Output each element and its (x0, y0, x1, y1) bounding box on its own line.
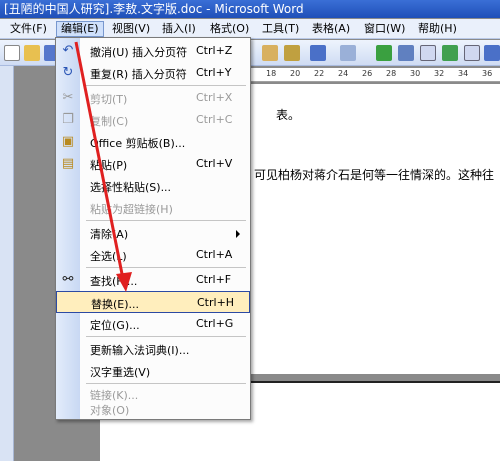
undo-icon: ↶ (62, 43, 74, 58)
menu-separator (86, 336, 246, 337)
menu-item-label: 更新输入法词典(I)... (90, 344, 190, 357)
menu-item-shortcut: Ctrl+C (196, 113, 233, 126)
paste-icon: ▤ (61, 156, 75, 171)
menu-item-label: 粘贴为超链接(H) (90, 203, 173, 216)
tables-borders-icon[interactable] (398, 45, 414, 61)
menu-item-label: 撤消(U) 插入分页符 (90, 46, 188, 59)
menu-item-label: 选择性粘贴(S)... (90, 181, 172, 194)
menu-item-shortcut: Ctrl+V (196, 157, 233, 170)
edit-menu-dropdown: ↶ 撤消(U) 插入分页符 Ctrl+Z ↻ 重复(R) 插入分页符 Ctrl+… (55, 37, 251, 420)
menu-item-find[interactable]: ⚯ 查找(F)... Ctrl+F (56, 269, 250, 291)
ruler-tick: 36 (482, 69, 493, 78)
hyperlink-icon[interactable] (376, 45, 392, 61)
format-painter-icon[interactable] (284, 45, 300, 61)
binoculars-icon: ⚯ (62, 272, 74, 287)
menu-item-label: Office 剪贴板(B)... (90, 137, 186, 150)
submenu-arrow-icon (236, 230, 240, 238)
document-text-line2: 可见柏杨对蒋介石是何等一往情深的。这种往 (254, 168, 495, 182)
menu-item-shortcut: Ctrl+Z (196, 44, 233, 57)
watermark-brand: Bai du 经验 (328, 403, 482, 433)
redo-toolbar-icon[interactable] (340, 45, 356, 61)
menu-insert[interactable]: 插入(I) (158, 21, 200, 37)
menu-item-paste[interactable]: ▤ 粘贴(P) Ctrl+V (56, 153, 250, 175)
ruler-tick: 20 (290, 69, 301, 78)
menu-item-office-clipboard[interactable]: ▣ Office 剪贴板(B)... (56, 131, 250, 153)
menu-separator (86, 267, 246, 268)
menu-item-shortcut: Ctrl+G (196, 317, 234, 330)
menu-view[interactable]: 视图(V) (108, 21, 154, 37)
menu-item-label: 查找(F)... (90, 275, 138, 288)
menu-separator (86, 85, 246, 86)
insert-excel-icon[interactable] (442, 45, 458, 61)
menu-item-copy: ❐ 复制(C) Ctrl+C (56, 109, 250, 131)
ruler-tick: 24 (338, 69, 349, 78)
menu-help[interactable]: 帮助(H) (414, 21, 461, 37)
drawing-icon[interactable] (484, 45, 500, 61)
document-text-line1: 表。 (276, 108, 301, 122)
menu-item-label: 汉字重选(V) (90, 366, 151, 379)
undo-toolbar-icon[interactable] (310, 45, 326, 61)
menu-item-label: 替换(E)... (91, 298, 140, 311)
window-title: [丑陋的中国人研究].李敖.文字版.doc - Microsoft Word (4, 2, 304, 16)
menu-separator (86, 220, 246, 221)
ruler-tick: 26 (362, 69, 373, 78)
menu-item-shortcut: Ctrl+A (196, 248, 233, 261)
vertical-ruler (0, 66, 14, 461)
redo-icon: ↻ (62, 65, 74, 80)
menu-item-object: 对象(O) (56, 398, 250, 420)
menu-item-label: 定位(G)... (90, 319, 140, 332)
menu-item-label: 全选(L) (90, 250, 127, 263)
menu-edit[interactable]: 编辑(E) (56, 21, 104, 37)
menu-item-goto[interactable]: 定位(G)... Ctrl+G (56, 313, 250, 335)
menu-item-paste-special[interactable]: 选择性粘贴(S)... (56, 175, 250, 197)
scissors-icon: ✂ (62, 90, 74, 105)
menu-item-cut: ✂ 剪切(T) Ctrl+X (56, 87, 250, 109)
menu-window[interactable]: 窗口(W) (360, 21, 409, 37)
baidu-watermark: Bai du 经验 jingyan.baidu.com (328, 397, 498, 457)
insert-table-icon[interactable] (420, 45, 436, 61)
menu-item-shortcut: Ctrl+Y (196, 66, 232, 79)
menu-item-shortcut: Ctrl+F (196, 273, 232, 286)
menu-item-reconvert[interactable]: 汉字重选(V) (56, 360, 250, 382)
menu-item-label: 重复(R) 插入分页符 (90, 68, 187, 81)
new-document-icon[interactable] (4, 45, 20, 61)
menu-format[interactable]: 格式(O) (206, 21, 253, 37)
menu-item-paste-as-hyperlink: 粘贴为超链接(H) (56, 197, 250, 219)
menu-file[interactable]: 文件(F) (6, 21, 51, 37)
ruler-tick: 34 (458, 69, 469, 78)
clipboard-icon: ▣ (61, 134, 75, 149)
ruler-tick: 28 (386, 69, 397, 78)
open-folder-icon[interactable] (24, 45, 40, 61)
ruler-tick: 18 (266, 69, 277, 78)
menu-item-label: 粘贴(P) (90, 159, 128, 172)
menu-tools[interactable]: 工具(T) (258, 21, 303, 37)
menu-item-label: 清除(A) (90, 228, 129, 241)
menu-item-shortcut: Ctrl+X (196, 91, 233, 104)
ruler-tick: 22 (314, 69, 325, 78)
menu-item-label: 对象(O) (90, 404, 130, 417)
ruler-tick: 30 (410, 69, 421, 78)
menu-bar: 文件(F) 编辑(E) 视图(V) 插入(I) 格式(O) 工具(T) 表格(A… (0, 19, 500, 39)
menu-item-replace[interactable]: 替换(E)... Ctrl+H (56, 291, 250, 313)
horizontal-ruler: 18 20 22 24 26 28 30 32 34 36 (250, 68, 500, 82)
menu-item-label: 剪切(T) (90, 93, 128, 106)
paste-toolbar-icon[interactable] (262, 45, 278, 61)
menu-item-redo[interactable]: ↻ 重复(R) 插入分页符 Ctrl+Y (56, 62, 250, 84)
columns-icon[interactable] (464, 45, 480, 61)
menu-item-update-ime-dictionary[interactable]: 更新输入法词典(I)... (56, 338, 250, 360)
menu-item-clear[interactable]: 清除(A) (56, 222, 250, 244)
menu-item-select-all[interactable]: 全选(L) Ctrl+A (56, 244, 250, 266)
menu-table[interactable]: 表格(A) (308, 21, 354, 37)
window-title-bar: [丑陋的中国人研究].李敖.文字版.doc - Microsoft Word (0, 0, 500, 18)
menu-item-shortcut: Ctrl+H (197, 296, 235, 309)
copy-icon: ❐ (62, 112, 74, 127)
menu-item-undo[interactable]: ↶ 撤消(U) 插入分页符 Ctrl+Z (56, 40, 250, 62)
watermark-url: jingyan.baidu.com (354, 433, 456, 446)
menu-item-label: 复制(C) (90, 115, 129, 128)
ruler-tick: 32 (434, 69, 445, 78)
